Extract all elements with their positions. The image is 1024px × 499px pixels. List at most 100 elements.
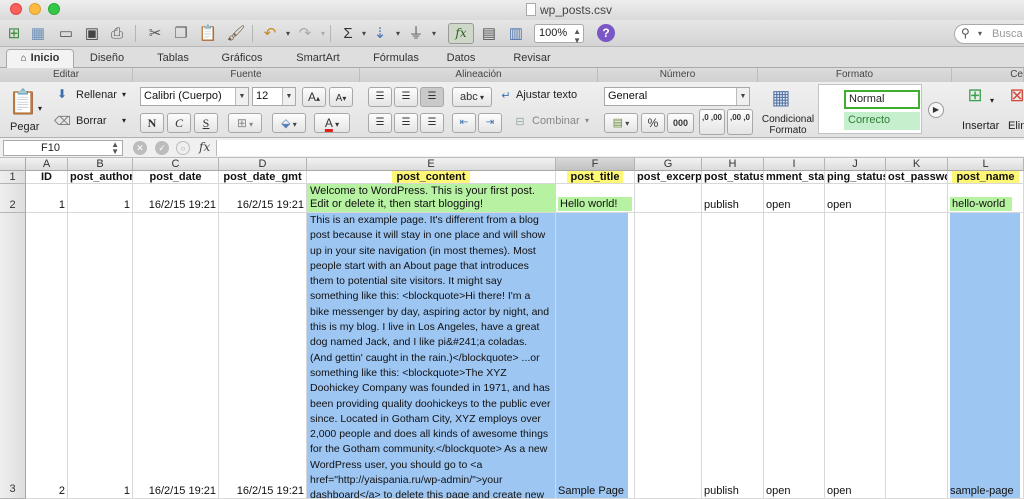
orientation-button[interactable]: abc ▾ [452,87,492,107]
rellenar-dropdown-icon[interactable]: ▾ [122,90,126,99]
insertar-button[interactable]: Insertar [962,120,999,132]
filter-icon[interactable]: ⏚ [406,24,426,43]
eraser-icon[interactable]: ⌫ [54,114,71,130]
align-middle-button[interactable]: ☰ [394,87,418,107]
table-cell[interactable]: Welcome to WordPress. This is your first… [307,184,556,213]
templates-icon[interactable]: ▦ [28,24,48,43]
tab-graficos[interactable]: Gráficos [212,50,272,68]
confirm-formula-icon[interactable]: ✓ [155,141,169,155]
pegar-dropdown-icon[interactable]: ▾ [38,104,42,113]
undo-icon[interactable]: ↶ [260,24,280,43]
column-header-f[interactable]: F [556,158,635,171]
save-icon[interactable]: ▣ [82,24,102,43]
tab-diseno[interactable]: Diseño [80,50,134,68]
header-cell[interactable]: ID [26,171,68,184]
table-cell[interactable]: 1 [26,184,68,213]
table-cell[interactable] [635,213,702,499]
insertar-dropdown-icon[interactable]: ▾ [990,96,994,105]
row-header-2[interactable]: 2 [0,184,26,213]
formula-input[interactable] [216,140,1024,156]
column-header-e[interactable]: E [307,158,556,171]
grow-font-button[interactable]: A▴ [302,87,326,107]
minimize-window-button[interactable] [29,3,41,15]
table-cell[interactable]: open [764,213,825,499]
conditional-format-icon[interactable]: ▦ [768,85,794,111]
table-cell[interactable]: 16/2/15 19:21 [219,184,307,213]
font-name-select[interactable]: Calibri (Cuerpo) ▼ [140,87,249,106]
help-icon[interactable]: ? [597,24,615,42]
column-header-k[interactable]: K [886,158,948,171]
table-cell[interactable]: publish [702,184,764,213]
format-painter-icon[interactable]: 🖌 [226,24,246,43]
tab-inicio[interactable]: ⌂ Inicio [6,49,74,69]
paste-icon[interactable]: 📋 [8,88,38,118]
tab-revisar[interactable]: Revisar [504,50,560,68]
column-header-g[interactable]: G [635,158,702,171]
zoom-select[interactable]: 100% ▲ ▼ [534,24,584,45]
column-header-h[interactable]: H [702,158,764,171]
table-cell[interactable]: sample-page [948,213,1024,499]
header-cell[interactable]: mment_stat [764,171,825,184]
header-cell[interactable]: post_status [702,171,764,184]
decrease-decimal-button[interactable]: ,00 ,0 [727,109,753,135]
table-cell[interactable]: open [825,184,886,213]
increase-decimal-button[interactable]: ,0 ,00 [699,109,725,135]
fill-icon[interactable]: ⇣ [370,24,390,43]
gallery-icon[interactable]: ▤ [479,24,499,43]
table-cell[interactable]: hello-world [948,184,1024,213]
filter-dropdown-icon[interactable]: ▾ [424,24,444,43]
column-header-i[interactable]: I [764,158,825,171]
font-color-button[interactable]: A ▾ [314,113,350,133]
tab-datos[interactable]: Datos [438,50,484,68]
search-input[interactable]: ⚲ ▾ Busca [954,24,1024,44]
align-top-button[interactable]: ☰ [368,87,392,107]
tab-smartart[interactable]: SmartArt [286,50,350,68]
table-cell[interactable]: publish [702,213,764,499]
number-format-select[interactable]: General ▼ [604,87,750,106]
table-cell[interactable]: 1 [68,184,133,213]
tab-formulas[interactable]: Fórmulas [364,50,428,68]
toolbox-icon[interactable]: ▥ [506,24,526,43]
row-header-3[interactable]: 3 [0,213,26,499]
fx-icon[interactable]: fx [448,23,474,44]
table-cell[interactable]: open [764,184,825,213]
table-cell[interactable] [886,213,948,499]
maximize-window-button[interactable] [48,3,60,15]
column-header-l[interactable]: L [948,158,1024,171]
insert-cells-icon[interactable]: ⊞ [962,85,988,111]
styles-next-button[interactable]: ▶ [928,102,944,118]
decrease-indent-button[interactable]: ⇤ [452,113,476,133]
table-cell[interactable]: 16/2/15 19:21 [133,213,219,499]
header-cell[interactable]: post_excerpt [635,171,702,184]
table-cell[interactable] [635,184,702,213]
row-header-1[interactable]: 1 [0,171,26,184]
column-header-d[interactable]: D [219,158,307,171]
eliminar-button[interactable]: Elin [1008,120,1024,132]
header-cell[interactable]: post_content [307,171,556,184]
thousands-button[interactable]: 000 [667,113,694,133]
table-cell[interactable]: 16/2/15 19:21 [219,213,307,499]
cut-icon[interactable]: ✂ [145,24,165,43]
style-normal[interactable]: Normal [844,90,920,109]
borrar-button[interactable]: Borrar [76,115,107,127]
header-cell[interactable]: post_date [133,171,219,184]
borders-button[interactable]: ⊞ ▾ [228,113,262,133]
fill-dropdown-icon[interactable]: ▾ [388,24,408,43]
header-cell[interactable]: post_title [556,171,635,184]
accounting-format-button[interactable]: ▤ ▾ [604,113,638,133]
table-cell[interactable]: This is an example page. It's different … [307,213,556,499]
header-cell[interactable]: ping_status [825,171,886,184]
header-cell[interactable]: post_date_gmt [219,171,307,184]
table-cell[interactable]: 2 [26,213,68,499]
wrap-text-icon[interactable]: ↵ [499,89,513,103]
increase-indent-button[interactable]: ⇥ [478,113,502,133]
borrar-dropdown-icon[interactable]: ▾ [122,116,126,125]
table-cell[interactable] [886,184,948,213]
close-window-button[interactable] [10,3,22,15]
style-correcto[interactable]: Correcto [844,112,920,130]
fill-color-button[interactable]: ⬙ ▾ [272,113,306,133]
column-header-c[interactable]: C [133,158,219,171]
tab-tablas[interactable]: Tablas [148,50,198,68]
table-cell[interactable]: Hello world! [556,184,635,213]
print-icon[interactable]: ⎙ [107,24,127,43]
